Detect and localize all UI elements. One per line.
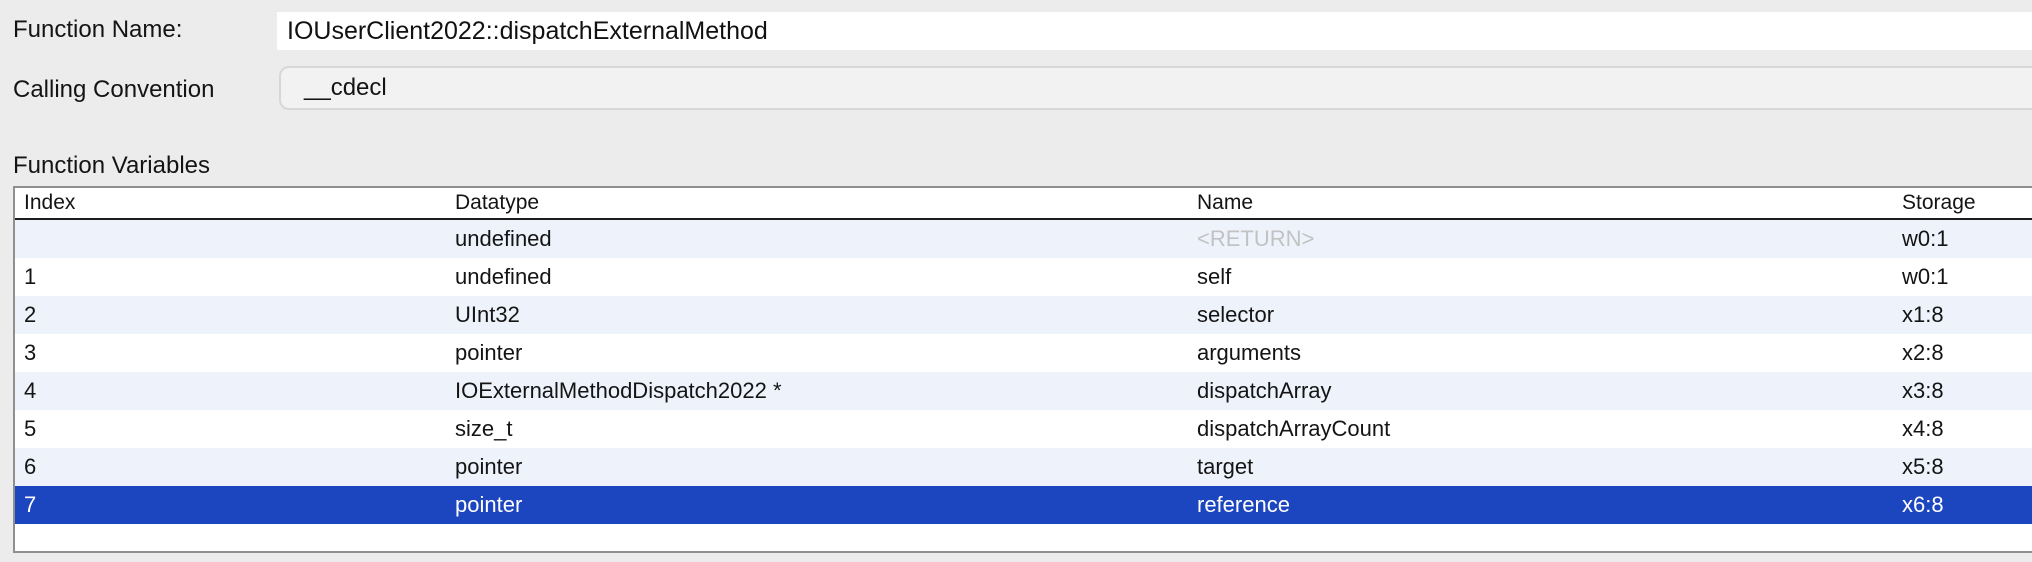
table-body: undefined <RETURN> w0:1 1 undefined self… <box>15 220 2032 524</box>
column-header-index[interactable]: Index <box>15 191 455 215</box>
cell-storage: w0:1 <box>1902 226 2032 252</box>
cell-index: 2 <box>15 302 455 328</box>
cell-name: arguments <box>1197 340 1902 366</box>
cell-name: reference <box>1197 492 1902 518</box>
table-row[interactable]: 3 pointer arguments x2:8 <box>15 334 2032 372</box>
table-row[interactable]: 2 UInt32 selector x1:8 <box>15 296 2032 334</box>
cell-storage: w0:1 <box>1902 264 2032 290</box>
calling-convention-label: Calling Convention <box>13 76 214 104</box>
cell-storage: x1:8 <box>1902 302 2032 328</box>
cell-datatype: pointer <box>455 454 1197 480</box>
calling-convention-dropdown[interactable]: __cdecl <box>279 66 2032 110</box>
cell-index: 1 <box>15 264 455 290</box>
cell-index: 7 <box>15 492 455 518</box>
function-variables-heading: Function Variables <box>13 152 210 180</box>
cell-name: selector <box>1197 302 1902 328</box>
column-header-datatype[interactable]: Datatype <box>455 191 1197 215</box>
cell-datatype: undefined <box>455 264 1197 290</box>
cell-name: <RETURN> <box>1197 226 1902 252</box>
function-name-input[interactable] <box>277 12 2032 50</box>
cell-index: 3 <box>15 340 455 366</box>
table-header-row: Index Datatype Name Storage <box>15 188 2032 220</box>
cell-datatype: pointer <box>455 492 1197 518</box>
table-row[interactable]: 5 size_t dispatchArrayCount x4:8 <box>15 410 2032 448</box>
cell-name: dispatchArrayCount <box>1197 416 1902 442</box>
table-row[interactable]: undefined <RETURN> w0:1 <box>15 220 2032 258</box>
cell-index: 5 <box>15 416 455 442</box>
function-variables-table: Index Datatype Name Storage undefined <R… <box>13 186 2032 553</box>
calling-convention-value: __cdecl <box>304 74 387 102</box>
cell-datatype: UInt32 <box>455 302 1197 328</box>
table-row[interactable]: 6 pointer target x5:8 <box>15 448 2032 486</box>
table-row[interactable]: 1 undefined self w0:1 <box>15 258 2032 296</box>
cell-datatype: size_t <box>455 416 1197 442</box>
cell-index: 4 <box>15 378 455 404</box>
cell-name: dispatchArray <box>1197 378 1902 404</box>
cell-name: self <box>1197 264 1902 290</box>
cell-storage: x3:8 <box>1902 378 2032 404</box>
cell-storage: x6:8 <box>1902 492 2032 518</box>
table-row[interactable]: 4 IOExternalMethodDispatch2022 * dispatc… <box>15 372 2032 410</box>
cell-datatype: pointer <box>455 340 1197 366</box>
function-name-label: Function Name: <box>13 16 182 44</box>
cell-storage: x5:8 <box>1902 454 2032 480</box>
table-row[interactable]: 7 pointer reference x6:8 <box>15 486 2032 524</box>
cell-storage: x2:8 <box>1902 340 2032 366</box>
column-header-name[interactable]: Name <box>1197 191 1902 215</box>
column-header-storage[interactable]: Storage <box>1902 191 2032 215</box>
cell-storage: x4:8 <box>1902 416 2032 442</box>
cell-name: target <box>1197 454 1902 480</box>
cell-datatype: IOExternalMethodDispatch2022 * <box>455 378 1197 404</box>
cell-index: 6 <box>15 454 455 480</box>
edit-function-dialog: Function Name: Calling Convention __cdec… <box>0 0 2032 562</box>
cell-datatype: undefined <box>455 226 1197 252</box>
